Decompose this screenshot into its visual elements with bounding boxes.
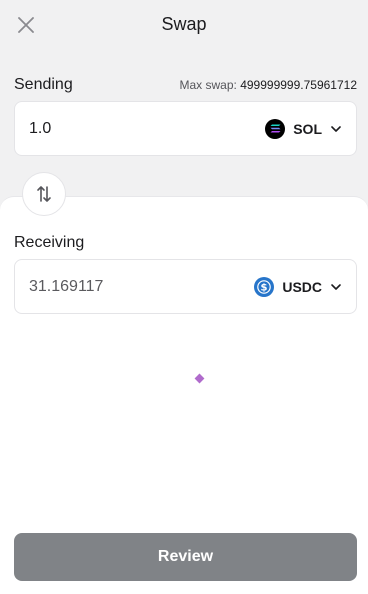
swap-vertical-arrows-icon xyxy=(37,186,51,202)
usdc-logo-icon: $ xyxy=(254,276,275,297)
solana-logo-icon xyxy=(265,118,286,139)
max-swap-label: Max swap: xyxy=(179,78,237,92)
chevron-down-icon xyxy=(330,125,342,133)
swap-page: Swap Sending Max swap: 499999999.7596171… xyxy=(0,0,368,594)
sending-amount-input[interactable]: 1.0 xyxy=(29,120,51,138)
max-swap-value: 499999999.75961712 xyxy=(240,78,357,92)
sending-token-name: SOL xyxy=(293,120,322,137)
receiving-label: Receiving xyxy=(14,234,85,251)
svg-text:$: $ xyxy=(261,282,268,293)
review-button[interactable]: Review xyxy=(14,533,357,581)
sending-token-selector[interactable]: SOL xyxy=(265,118,342,139)
max-swap-info[interactable]: Max swap: 499999999.75961712 xyxy=(180,78,358,92)
receiving-amount-field[interactable]: 31.169117 $ USDC xyxy=(14,259,357,314)
sending-label: Sending xyxy=(14,76,73,93)
page-title: Swap xyxy=(161,14,207,34)
receiving-token-name: USDC xyxy=(282,278,322,295)
receiving-token-selector[interactable]: $ USDC xyxy=(254,276,342,297)
sending-amount-field[interactable]: 1.0 SOL xyxy=(14,101,357,156)
swap-direction-button[interactable] xyxy=(22,172,66,216)
receiving-amount-value: 31.169117 xyxy=(29,277,104,295)
chevron-down-icon xyxy=(330,283,342,291)
